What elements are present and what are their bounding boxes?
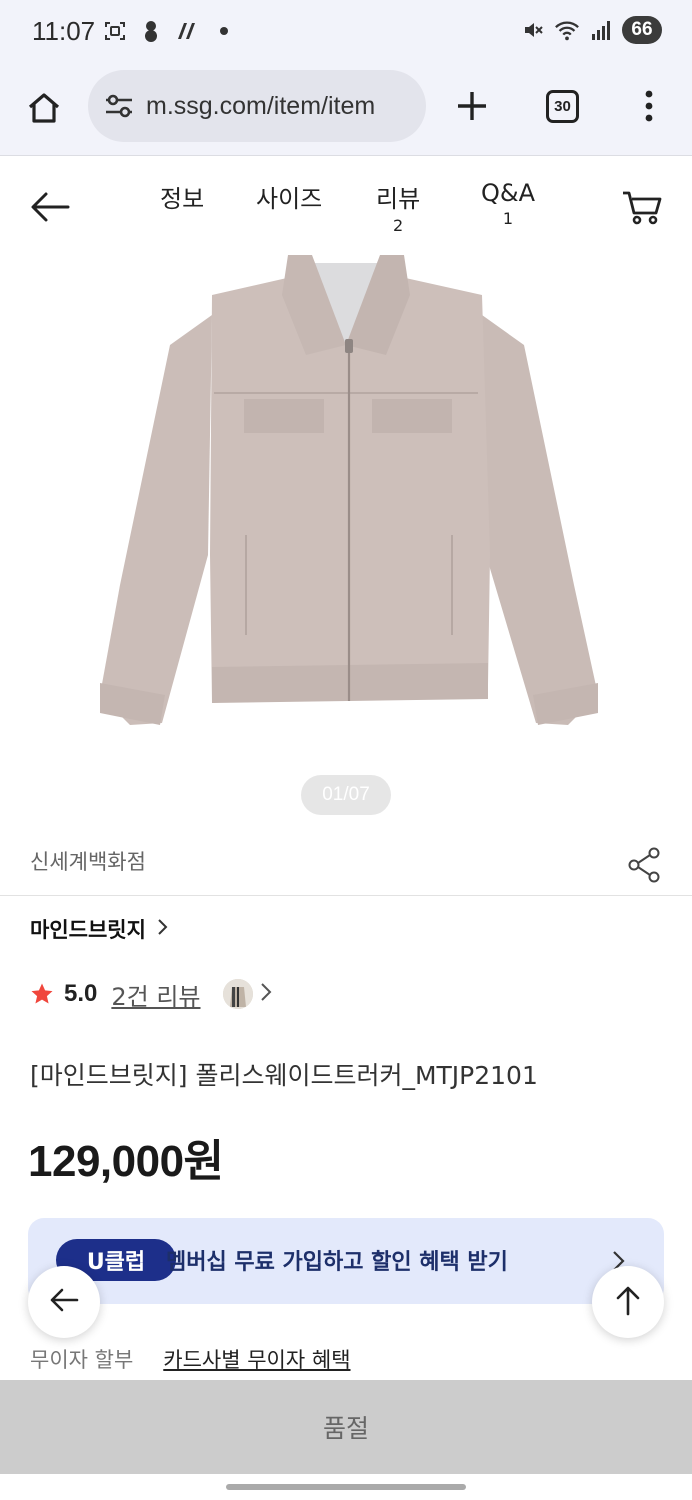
rating-value: 5.0 [64,980,98,1007]
image-pager: 01/07 [301,775,391,815]
gesture-bar [226,1484,466,1490]
review-count: 2 [392,216,404,235]
chevron-right-icon [156,917,170,941]
uclub-text: 멤버십 무료 가입하고 할인 혜택 받기 [166,1250,508,1275]
mute-icon [520,17,546,43]
more-options-icon[interactable] [632,86,666,126]
scroll-to-top-button[interactable] [592,1266,664,1338]
tab-switcher-button[interactable]: 30 [546,90,579,123]
tab-qna[interactable]: Q&A 1 [481,179,535,228]
status-bar: 11:07 66 [0,0,692,66]
address-bar[interactable]: m.ssg.com/item/item [88,70,426,142]
store-row: 신세계백화점 [0,830,692,896]
cart-icon[interactable] [620,185,664,229]
status-time: 11:07 [32,16,96,46]
review-link[interactable]: 2건 리뷰 [111,977,200,1012]
back-arrow-icon[interactable] [28,185,72,229]
installment-row: 무이자 할부 카드사별 무이자 혜택 [30,1344,351,1374]
snowman-icon [138,18,164,44]
card-benefit-link[interactable]: 카드사별 무이자 혜택 [163,1344,350,1374]
arrow-up-icon [611,1283,645,1321]
rating-row: 5.0 2건 리뷰 [30,974,273,1014]
star-icon [30,982,54,1006]
browser-toolbar: m.ssg.com/item/item 30 [0,66,692,156]
product-header: 정보 사이즈 리뷰 2 Q&A 1 [0,157,692,255]
qna-count: 1 [502,209,514,228]
share-icon[interactable] [626,846,664,884]
product-price: 129,000원 [28,1137,224,1186]
product-title: [마인드브릿지] 폴리스웨이드트러커_MTJP2101 [30,1061,538,1090]
app-icon [174,18,200,44]
tab-info[interactable]: 정보 [160,179,204,214]
notification-dot [220,27,228,35]
wifi-icon [554,17,580,43]
url-text: m.ssg.com/item/item [146,91,376,120]
uclub-banner[interactable]: U클럽 멤버십 무료 가입하고 할인 혜택 받기 [28,1218,664,1304]
tab-size[interactable]: 사이즈 [256,179,322,214]
arrow-left-icon [47,1283,81,1321]
installment-label: 무이자 할부 [30,1348,134,1372]
screenshot-icon [102,18,128,44]
battery-indicator: 66 [622,16,662,44]
new-tab-icon[interactable] [452,86,492,126]
review-photo-thumbnail[interactable] [222,979,253,1009]
tab-review[interactable]: 리뷰 2 [376,179,420,235]
home-icon[interactable] [22,86,66,130]
site-settings-icon[interactable] [102,89,136,123]
brand-link[interactable]: 마인드브릿지 [30,914,170,944]
product-image[interactable] [0,255,692,815]
sold-out-button[interactable]: 품절 [0,1380,692,1474]
back-floating-button[interactable] [28,1266,100,1338]
store-name[interactable]: 신세계백화점 [30,846,146,876]
brand-name: 마인드브릿지 [30,918,146,942]
chevron-right-icon[interactable] [259,981,273,1007]
signal-icon [588,17,614,43]
jacket-illustration [100,255,598,725]
